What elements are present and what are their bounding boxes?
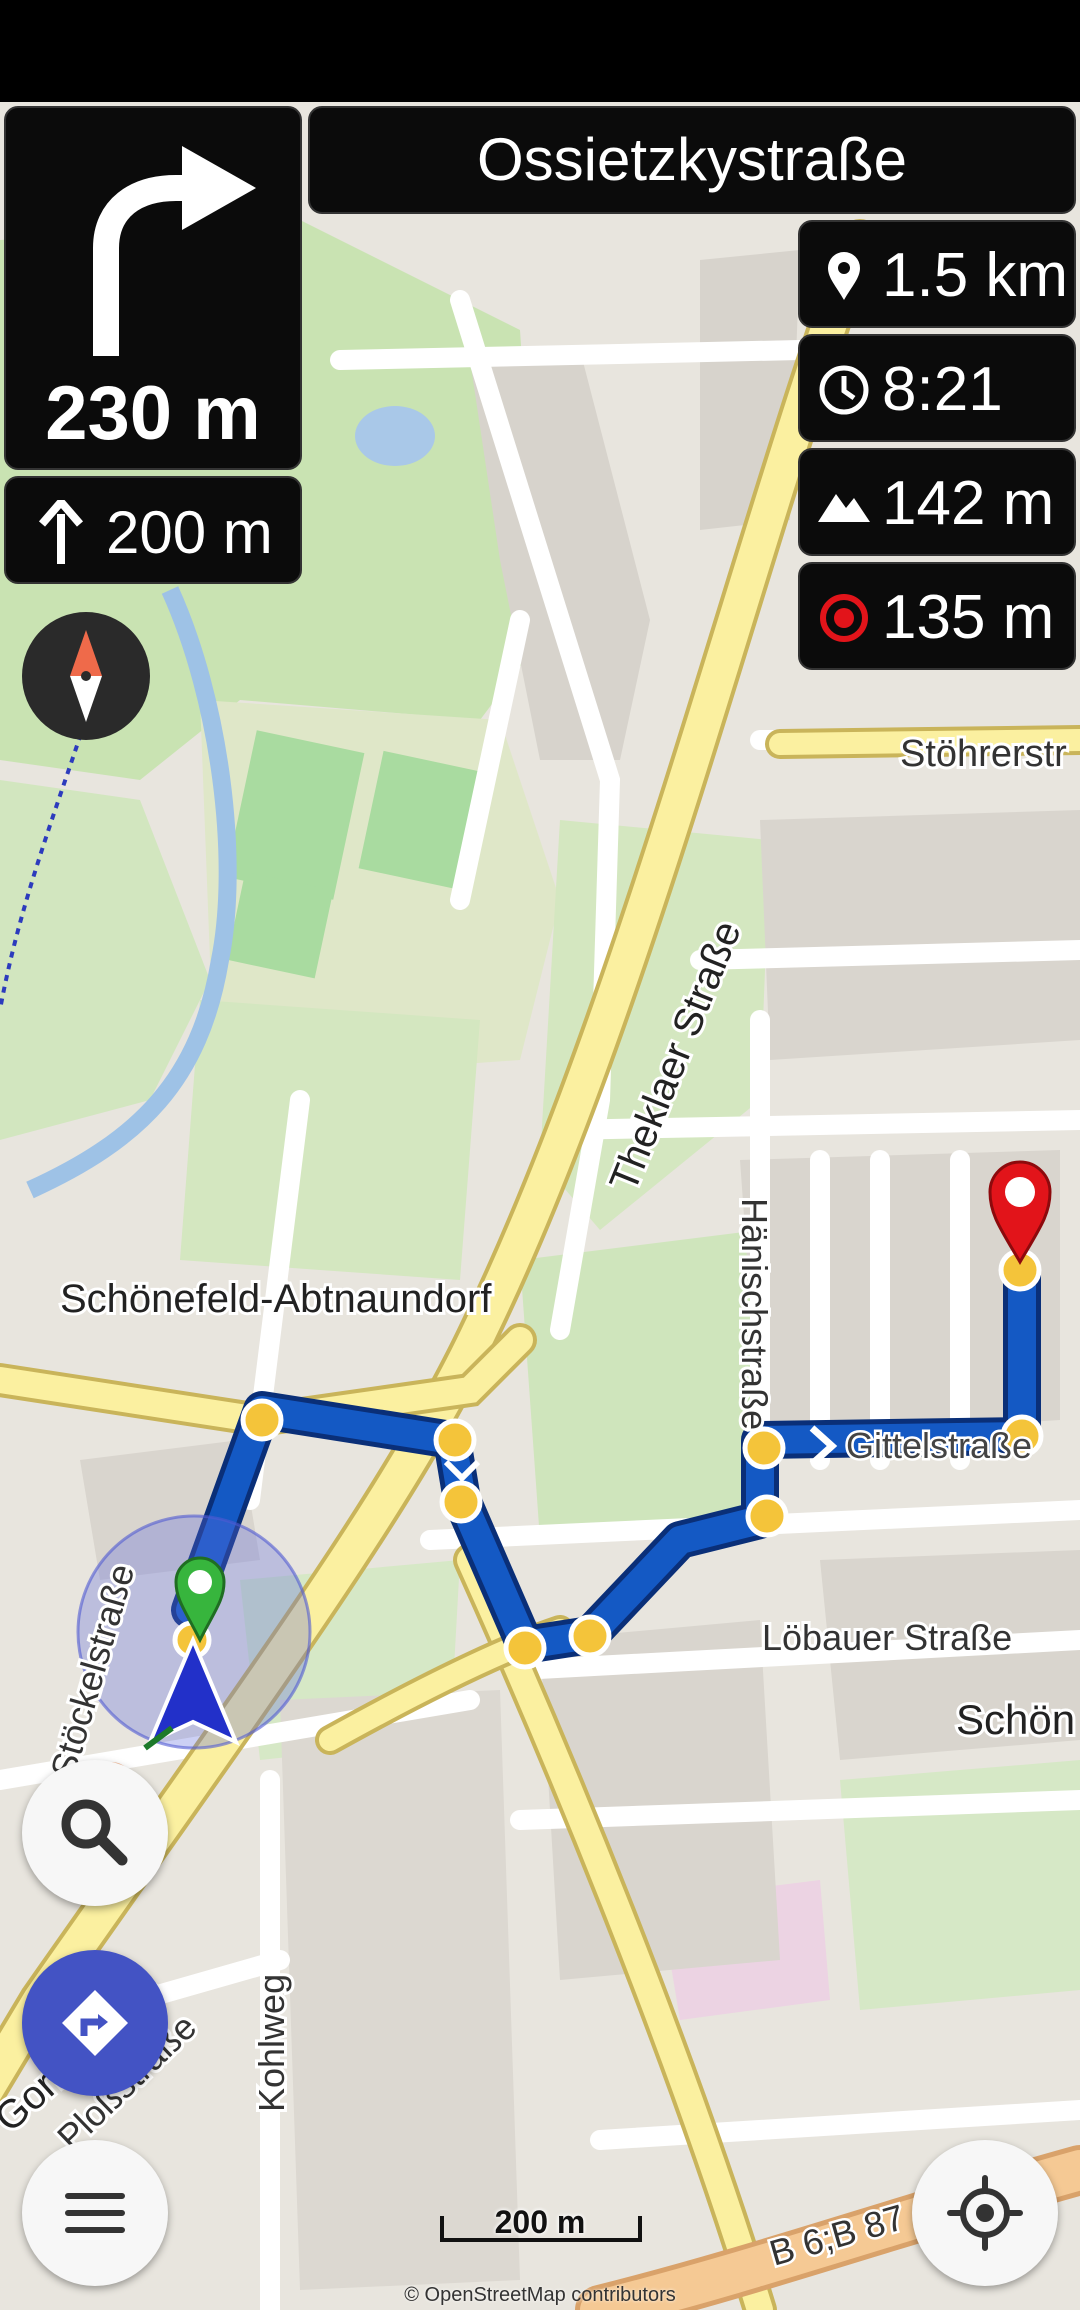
garden-area [520,1230,770,1540]
next-instruction-panel[interactable]: 200 m [4,476,302,584]
navigation-button[interactable] [22,1950,168,2096]
time-value: 8:21 [882,355,1003,424]
menu-button[interactable] [22,2140,168,2286]
street [330,340,810,370]
my-location-button[interactable] [912,2140,1058,2286]
mountain-icon [818,494,870,522]
map-label-stoehrer: Stöhrerstr [900,733,1067,775]
map-label-gittel: Gittelstraße [846,1425,1032,1466]
turn-instruction-panel[interactable]: 230 m [4,106,302,470]
next-distance: 200 m [106,499,273,566]
waypoint [433,1418,477,1462]
elevation-value: 142 m [882,469,1055,538]
scale-label: 200 m [494,2204,586,2240]
map-label-loebauer: Löbauer Straße [762,1617,1012,1658]
turn-right-arrow-icon [93,146,256,356]
map-scale-bar: 200 m [440,2204,642,2246]
my-location-icon [947,2175,1023,2251]
street [690,940,1080,970]
time-widget[interactable]: 8:21 [798,334,1076,442]
map-label-kohlweg: Kohlweg [251,1974,292,2112]
waypoint [240,1398,284,1442]
straight-arrow-icon [38,500,84,564]
waypoint [745,1494,789,1538]
pond [355,406,435,466]
map-label-schoen: Schön [956,1696,1075,1743]
building [760,810,1080,1060]
elevation-widget[interactable]: 142 m [798,448,1076,556]
status-bar [0,0,1080,102]
compass-icon [70,630,102,722]
map-label-district: Schönefeld-Abtnaundorf [60,1277,492,1321]
waypoint [439,1480,483,1524]
map-attribution[interactable]: © OpenStreetMap contributors [0,2284,1080,2307]
target-distance-value: 135 m [882,583,1055,652]
search-button[interactable] [22,1760,168,1906]
compass-button[interactable] [22,612,150,740]
garden-area [180,1000,480,1280]
location-pin-icon [828,252,860,300]
target-icon [820,594,868,642]
search-icon [61,1799,128,1866]
clock-icon [819,365,869,415]
map-label-haenisch: Hänischstraße [734,1198,775,1430]
waypoint [503,1626,547,1670]
target-distance-widget[interactable]: 135 m [798,562,1076,670]
building [280,1690,520,2290]
navigation-diamond-icon [62,1990,128,2056]
menu-icon [65,2193,125,2233]
distance-widget[interactable]: 1.5 km [798,220,1076,328]
turn-distance: 230 m [45,371,261,456]
current-street-panel: Ossietzkystraße [308,106,1076,214]
distance-value: 1.5 km [882,241,1069,310]
waypoint [568,1614,612,1658]
sports-field [226,871,334,979]
waypoint [742,1426,786,1470]
